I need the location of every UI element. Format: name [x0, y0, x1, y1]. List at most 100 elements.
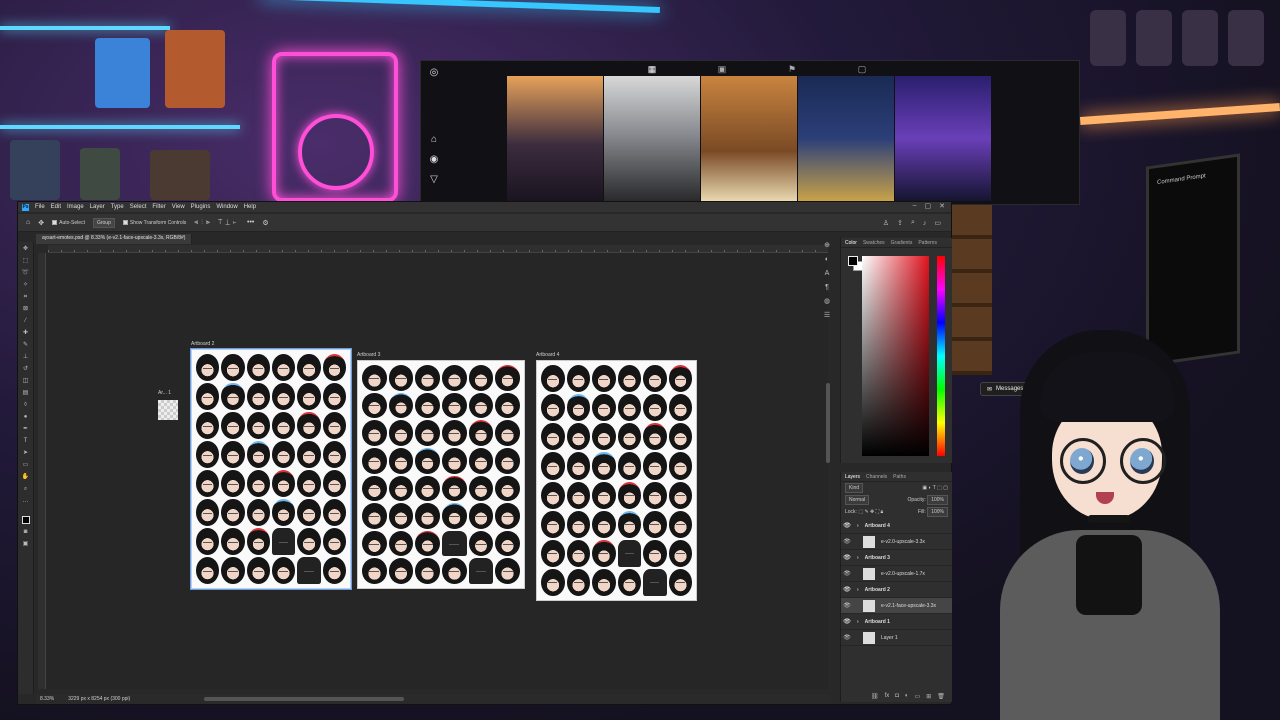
visibility-eye-icon[interactable]: 👁︎: [841, 538, 853, 545]
magic-wand-icon[interactable]: ✧: [22, 282, 30, 289]
zoom-tool-icon[interactable]: ⌕: [22, 486, 30, 493]
layer-group-row[interactable]: 👁︎ › Artboard 1: [841, 614, 952, 630]
blend-mode-select[interactable]: Normal: [845, 495, 870, 505]
fx-icon[interactable]: fx: [885, 693, 890, 700]
crop-tool-icon[interactable]: ⌗: [22, 294, 30, 301]
visibility-eye-icon[interactable]: 👁︎: [841, 634, 853, 641]
brush-tool-icon[interactable]: ✎: [22, 342, 30, 349]
visibility-eye-icon[interactable]: 👁︎: [841, 602, 853, 609]
grid-icon[interactable]: ▦: [645, 63, 659, 75]
history-icon[interactable]: ⊕: [823, 242, 832, 250]
layer-group-row[interactable]: 👁︎ › Artboard 3: [841, 550, 952, 566]
blur-tool-icon[interactable]: ◊: [22, 402, 30, 409]
opacity-field[interactable]: 100%: [927, 495, 948, 505]
tagged-icon[interactable]: ▢: [855, 63, 869, 75]
layer-row[interactable]: 👁︎ e-v2.1-face-upscale-3.3x: [841, 598, 952, 614]
mask-icon[interactable]: ◘: [895, 693, 899, 700]
menu-file[interactable]: File: [35, 204, 45, 210]
visibility-eye-icon[interactable]: 👁︎: [841, 618, 853, 625]
gear-icon[interactable]: ⚙: [262, 219, 268, 227]
photo-sunset-balcony[interactable]: [507, 76, 603, 201]
tab-patterns[interactable]: Patterns: [918, 240, 937, 246]
layer-group-row[interactable]: 👁︎ › Artboard 4: [841, 518, 952, 534]
hue-slider[interactable]: [937, 256, 945, 456]
saturation-value-field[interactable]: [862, 256, 929, 456]
frame-tool-icon[interactable]: ⊠: [22, 306, 30, 313]
menu-image[interactable]: Image: [67, 204, 84, 210]
photoshop-window[interactable]: Ps File Edit Image Layer Type Select Fil…: [17, 201, 952, 705]
menu-layer[interactable]: Layer: [90, 204, 105, 210]
more-options-icon[interactable]: •••: [247, 219, 254, 226]
properties-icon[interactable]: ☰: [823, 312, 832, 320]
artboard-4[interactable]: [536, 360, 697, 601]
foreground-color-chip[interactable]: [848, 256, 858, 266]
layer-row[interactable]: 👁︎ Layer 1: [841, 630, 952, 646]
visibility-eye-icon[interactable]: 👁︎: [841, 570, 853, 577]
path-selection-icon[interactable]: ➤: [22, 450, 30, 457]
chevron-right-icon[interactable]: ›: [857, 619, 859, 625]
adjustments-icon[interactable]: ◐: [823, 256, 832, 264]
saved-icon[interactable]: ⚑: [785, 63, 799, 75]
horizontal-scrollbar[interactable]: [204, 697, 405, 701]
more-tools-icon[interactable]: …: [22, 498, 30, 505]
foreground-color-swatch[interactable]: [21, 516, 30, 524]
document-size[interactable]: 3229 px x 8254 px (300 ppi): [68, 696, 130, 702]
pen-tool-icon[interactable]: ✒: [22, 426, 30, 433]
chevron-right-icon[interactable]: ›: [857, 555, 859, 561]
menu-view[interactable]: View: [172, 204, 185, 210]
notifications-icon[interactable]: ♪: [923, 220, 927, 227]
move-tool-icon[interactable]: ✥: [38, 219, 44, 227]
transform-controls-toggle[interactable]: Show Transform Controls: [122, 220, 186, 226]
layer-row[interactable]: 👁︎ e-v2.0-upscale-3.3x: [841, 534, 952, 550]
fill-field[interactable]: 100%: [927, 507, 948, 517]
move-tool-icon[interactable]: ✥: [22, 246, 30, 253]
filter-icons[interactable]: ▣ ◐ T ⬚ ▢: [922, 485, 948, 491]
visibility-eye-icon[interactable]: 👁︎: [841, 554, 853, 561]
adjustment-layer-icon[interactable]: ◐: [905, 693, 909, 700]
reels-tab-icon[interactable]: ▣: [715, 63, 729, 75]
tab-channels[interactable]: Channels: [866, 474, 887, 480]
dodge-tool-icon[interactable]: ●: [22, 414, 30, 421]
lock-icons[interactable]: ⬚ ✎ ✥ ⛶ 🔒︎: [858, 509, 883, 515]
send-icon[interactable]: ▽: [427, 174, 441, 186]
quick-mask-icon[interactable]: ◙: [22, 529, 30, 536]
layer-row[interactable]: 👁︎ e-v2.0-upscale-1.7x: [841, 566, 952, 582]
maximize-icon[interactable]: ▢: [925, 202, 932, 210]
align-icons[interactable]: ⫷⫶⫸ ⊤⊥⊦: [194, 219, 239, 227]
photo-night-street[interactable]: [798, 76, 894, 201]
screen-mode-icon[interactable]: ▣: [22, 541, 30, 548]
search-icon[interactable]: ⌕: [911, 219, 915, 227]
lasso-tool-icon[interactable]: ➰: [22, 270, 30, 277]
group-icon[interactable]: ▭: [915, 693, 921, 700]
layer-group-row[interactable]: 👁︎ › Artboard 2: [841, 582, 952, 598]
user-icon[interactable]: ♙: [883, 219, 889, 227]
paragraph-icon[interactable]: ¶: [823, 284, 832, 292]
close-icon[interactable]: ✕: [939, 202, 945, 210]
minimize-icon[interactable]: –: [913, 202, 917, 210]
menu-edit[interactable]: Edit: [51, 204, 61, 210]
document-tab[interactable]: aysart-emotes.psd @ 8.33% (e-v2.1-face-u…: [36, 234, 193, 244]
visibility-eye-icon[interactable]: 👁︎: [841, 522, 853, 529]
artboard-1[interactable]: [158, 400, 178, 420]
character-icon[interactable]: A: [823, 270, 832, 278]
chevron-right-icon[interactable]: ›: [857, 587, 859, 593]
share-icon[interactable]: ⇪: [897, 219, 903, 227]
gradient-tool-icon[interactable]: ▤: [22, 390, 30, 397]
workspace-icon[interactable]: ▭: [934, 219, 941, 227]
auto-select-toggle[interactable]: Auto-Select: [52, 220, 85, 226]
shape-tool-icon[interactable]: ▭: [22, 462, 30, 469]
visibility-eye-icon[interactable]: 👁︎: [841, 586, 853, 593]
healing-brush-icon[interactable]: ✚: [22, 330, 30, 337]
menu-window[interactable]: Window: [216, 204, 237, 210]
hand-tool-icon[interactable]: ✋: [22, 474, 30, 481]
tab-gradients[interactable]: Gradients: [891, 240, 913, 246]
auto-select-target[interactable]: Group: [92, 217, 115, 228]
chevron-right-icon[interactable]: ›: [857, 523, 859, 529]
photo-leather-jacket[interactable]: [604, 76, 700, 201]
home-icon[interactable]: ⌂: [427, 134, 441, 146]
link-icon[interactable]: ⛓: [871, 693, 879, 700]
libraries-icon[interactable]: ◍: [823, 298, 832, 306]
kind-filter[interactable]: Kind: [845, 483, 864, 493]
artboard-1-label[interactable]: Ar... 1: [158, 390, 171, 396]
home-icon[interactable]: ⌂: [26, 219, 30, 226]
